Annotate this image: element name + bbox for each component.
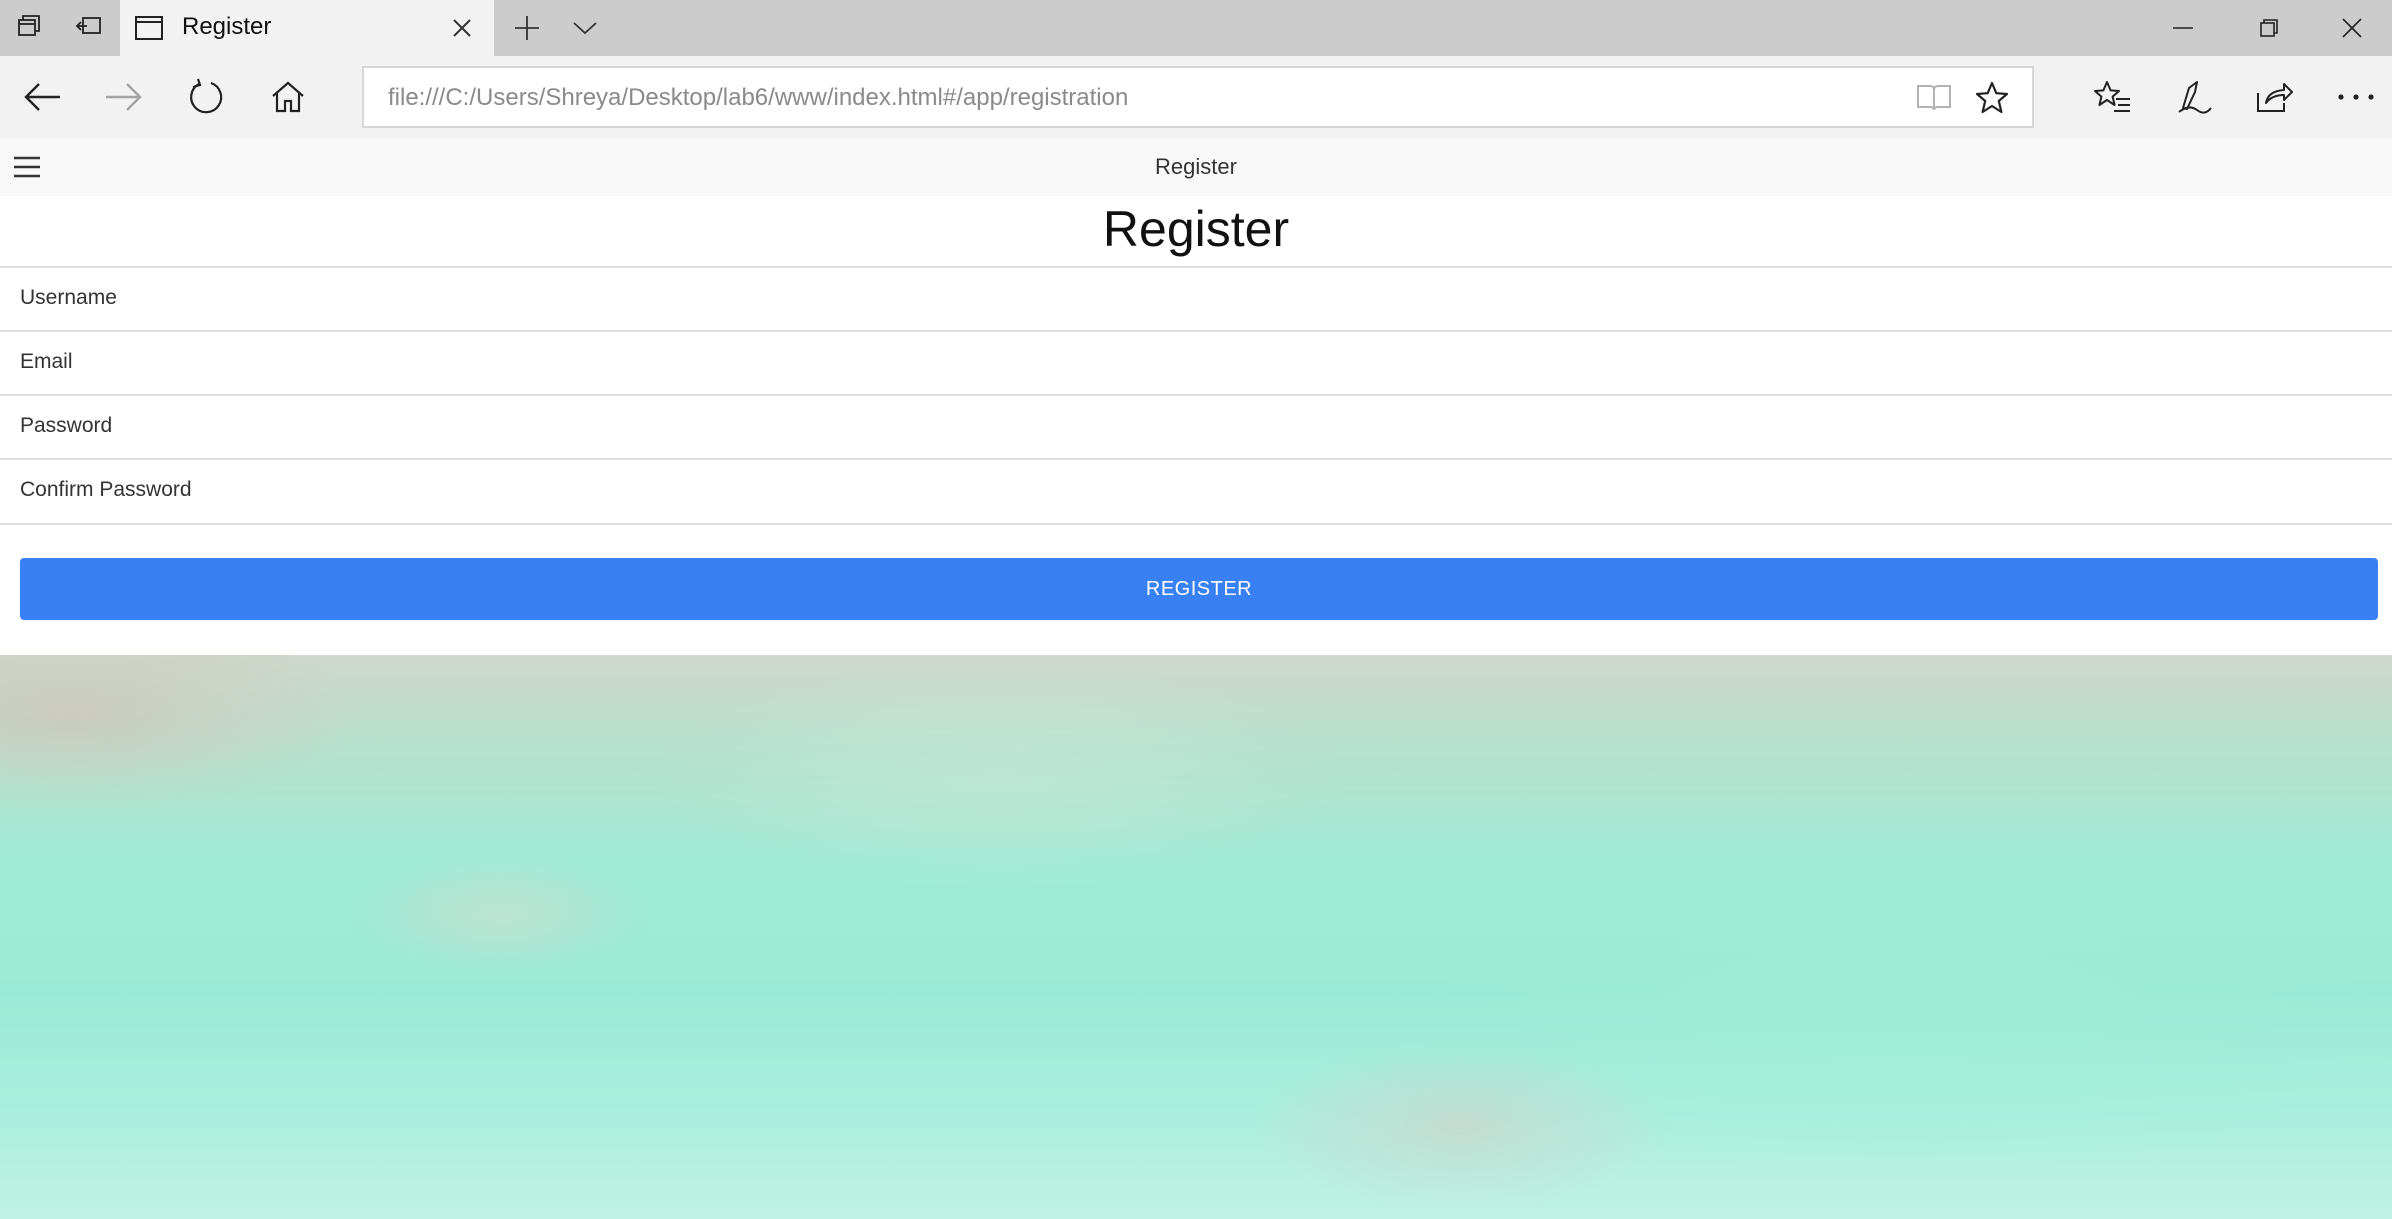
favorites-list-icon (2094, 81, 2130, 112)
share-button[interactable] (2248, 71, 2300, 123)
web-note-button[interactable] (2168, 71, 2220, 123)
reading-view-button[interactable] (1912, 76, 1956, 120)
close-window-button[interactable] (2312, 0, 2392, 56)
close-icon (453, 19, 471, 37)
address-url[interactable]: file:///C:/Users/Shreya/Desktop/lab6/www… (388, 84, 1128, 112)
email-input[interactable] (20, 332, 2370, 392)
plus-icon (515, 16, 539, 40)
tab-strip: Register (0, 0, 2392, 56)
tab-manager-button[interactable] (0, 0, 58, 56)
book-icon (1917, 85, 1951, 111)
tabs-icon (14, 11, 44, 46)
close-icon (2342, 18, 2362, 38)
app-header: Register (0, 138, 2392, 196)
restore-button[interactable] (2226, 0, 2312, 56)
password-field (0, 394, 2392, 458)
chevron-down-icon (573, 22, 597, 35)
restore-icon (2260, 19, 2278, 37)
tab-preview-button[interactable] (556, 0, 614, 56)
refresh-icon (190, 78, 223, 114)
home-icon (272, 81, 304, 113)
address-bar[interactable]: file:///C:/Users/Shreya/Desktop/lab6/www… (362, 66, 2034, 128)
forward-button[interactable] (98, 71, 150, 123)
minimize-button[interactable] (2140, 0, 2226, 56)
password-input[interactable] (20, 396, 2370, 456)
page-icon (134, 14, 164, 47)
active-tab[interactable]: Register (120, 0, 494, 56)
pen-icon (2178, 81, 2212, 114)
form-divider (0, 523, 2392, 525)
new-tab-button[interactable] (498, 0, 556, 56)
star-icon (1975, 81, 2009, 114)
favorite-button[interactable] (1970, 76, 2014, 120)
set-tabs-aside-button[interactable] (60, 0, 118, 56)
arrow-left-icon (24, 83, 60, 111)
tab-close-button[interactable] (438, 0, 486, 56)
registration-form: Register REGISTER (0, 196, 2392, 655)
navigation-bar: file:///C:/Users/Shreya/Desktop/lab6/www… (0, 56, 2392, 138)
page-title: Register (1102, 201, 1290, 257)
arrow-right-icon (106, 83, 142, 111)
confirm-password-input[interactable] (20, 460, 2370, 520)
email-field (0, 330, 2392, 394)
more-icon (2338, 94, 2374, 100)
tab-title: Register (182, 13, 272, 40)
username-field (0, 266, 2392, 330)
confirm-password-field (0, 458, 2392, 522)
more-button[interactable] (2330, 71, 2382, 123)
username-input[interactable] (20, 268, 2370, 328)
refresh-button[interactable] (180, 71, 232, 123)
header-title: Register (1155, 154, 1237, 179)
share-icon (2257, 83, 2293, 112)
back-button[interactable] (16, 71, 68, 123)
register-button[interactable]: REGISTER (20, 558, 2378, 620)
minimize-icon (2173, 27, 2193, 29)
home-button[interactable] (262, 71, 314, 123)
background-image (0, 655, 2392, 1219)
tabs-aside-icon (74, 11, 104, 46)
favorites-hub-button[interactable] (2086, 71, 2138, 123)
